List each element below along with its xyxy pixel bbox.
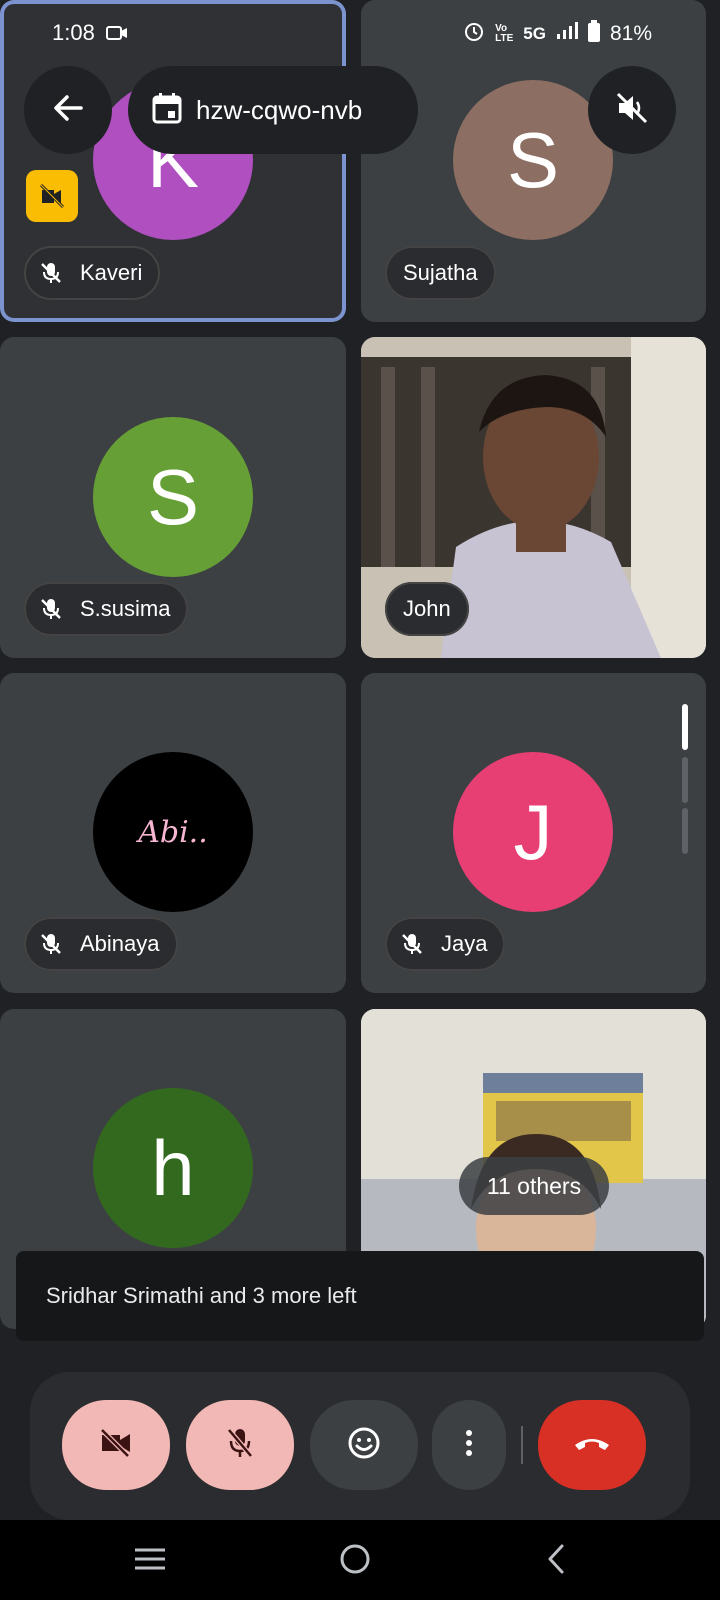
speaker-off-button[interactable] — [588, 66, 676, 154]
call-controls-bar — [30, 1372, 690, 1520]
end-call-icon — [572, 1433, 612, 1458]
back-button[interactable] — [24, 66, 112, 154]
participants-left-toast: Sridhar Srimathi and 3 more left — [16, 1251, 704, 1341]
avatar-initial: J — [513, 787, 553, 876]
no-video-icon — [98, 1427, 134, 1463]
speaker-off-icon — [614, 90, 650, 131]
nav-back-icon[interactable] — [542, 1542, 570, 1581]
mic-off-icon — [393, 925, 431, 963]
participant-name-chip: S.susima — [24, 582, 189, 636]
calendar-icon — [152, 92, 182, 129]
participant-name-chip: Abinaya — [24, 917, 178, 971]
participant-avatar: J — [453, 752, 613, 912]
participant-name: Sujatha — [403, 260, 478, 285]
more-vert-icon — [465, 1429, 473, 1462]
video-off-badge — [26, 170, 78, 222]
participant-name-chip: Jaya — [385, 917, 506, 971]
end-call-button[interactable] — [538, 1400, 646, 1490]
meeting-info-button[interactable]: hzw-cqwo-nvb — [128, 66, 418, 154]
participant-tile-sujatha[interactable]: S Sujatha — [361, 0, 706, 322]
participant-tile-ssusima[interactable]: S S.susima — [0, 337, 346, 658]
participant-name: Kaveri — [80, 260, 143, 285]
participant-name: S.susima — [80, 596, 171, 621]
participant-name: Abinaya — [80, 931, 160, 956]
participant-avatar: S — [93, 417, 253, 577]
participant-name-chip: Kaveri — [24, 246, 161, 300]
system-nav-bar — [0, 1520, 720, 1600]
scroll-indicator-page — [682, 757, 688, 803]
camera-toggle-button[interactable] — [62, 1400, 170, 1490]
mic-off-icon — [224, 1426, 256, 1465]
participant-avatar: Abi.. — [93, 752, 253, 912]
scroll-indicator-current — [682, 704, 688, 750]
controls-divider — [521, 1426, 523, 1464]
participant-avatar: h — [93, 1088, 253, 1248]
recent-apps-icon[interactable] — [132, 1544, 168, 1579]
scroll-indicator-page — [682, 808, 688, 854]
participant-name-chip: John — [385, 582, 469, 636]
avatar-initial: S — [506, 115, 560, 204]
participant-tile-abinaya[interactable]: Abi.. Abinaya — [0, 673, 346, 993]
more-options-button[interactable] — [432, 1400, 506, 1490]
avatar-initial: S — [146, 452, 200, 541]
others-count-label: 11 others — [486, 1172, 582, 1199]
home-icon[interactable] — [338, 1542, 372, 1581]
meeting-code: hzw-cqwo-nvb — [196, 94, 363, 125]
mic-off-icon — [32, 254, 70, 292]
participant-tile-john[interactable]: John — [361, 337, 706, 658]
mic-toggle-button[interactable] — [186, 1400, 294, 1490]
avatar-initial: h — [151, 1123, 195, 1212]
emoji-icon — [347, 1426, 381, 1465]
mic-off-icon — [32, 590, 70, 628]
others-count-chip: 11 others — [459, 1157, 609, 1215]
participant-name: John — [403, 596, 451, 621]
mic-off-icon — [32, 925, 70, 963]
reactions-button[interactable] — [310, 1400, 418, 1490]
participant-name: Jaya — [441, 931, 488, 956]
participant-tile-jaya[interactable]: J Jaya — [361, 673, 706, 993]
toast-message: Sridhar Srimathi and 3 more left — [46, 1283, 357, 1308]
participant-name-chip: Sujatha — [385, 246, 496, 300]
back-arrow-icon — [51, 91, 85, 130]
participant-tile-kaveri[interactable]: K Kaveri — [0, 0, 346, 322]
avatar-text: Abi.. — [138, 814, 208, 850]
